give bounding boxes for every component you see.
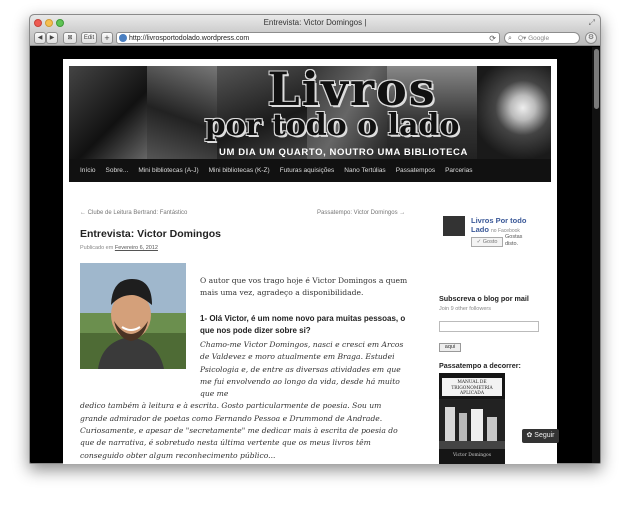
facebook-page-thumbnail[interactable]: [443, 216, 465, 236]
forward-button[interactable]: ▶: [46, 32, 58, 44]
nav-item-nano[interactable]: Nano Tertúlias: [344, 167, 385, 174]
reader-button[interactable]: ⊠: [63, 32, 77, 44]
book-cover-image: [439, 399, 505, 449]
facebook-like-button[interactable]: ✓ Gosto: [471, 237, 503, 247]
post-date-link[interactable]: Fevereiro 6, 2012: [115, 245, 158, 251]
book-author: Victor Domingos: [452, 453, 492, 458]
browser-toolbar: ◀ ▶ ⊠ Edit + http://livrosportodolado.wo…: [30, 31, 600, 46]
answer-1: Chamo-me Victor Domingos, nasci e cresci…: [80, 339, 410, 462]
reload-icon[interactable]: ⟳: [489, 33, 496, 44]
site-favicon-icon: [119, 34, 127, 42]
post-intro: O autor que vos trago hoje é Victor Domi…: [200, 276, 408, 297]
nav-item-parcerias[interactable]: Parcerias: [445, 167, 472, 174]
address-url: http://livrosportodolado.wordpress.com: [129, 35, 250, 42]
post-title[interactable]: Entrevista: Victor Domingos: [80, 228, 221, 240]
contest-book-cover[interactable]: MANUAL DE TRIGONOMETRIA APLICADA Victor …: [439, 373, 505, 464]
post-meta-prefix: Publicado em: [80, 245, 114, 251]
nav-item-mini-k-z[interactable]: Mini bibliotecas (K-Z): [209, 167, 270, 174]
subscribe-widget-title: Subscreva o blog por mail: [439, 294, 529, 303]
answer-1-part1: Chamo-me Victor Domingos, nasci e cresci…: [200, 340, 404, 399]
blog-tagline: UM DIA UM QUARTO, NOUTRO UMA BIBLIOTECA: [219, 147, 468, 158]
window-controls: [34, 19, 64, 27]
title-bar: Entrevista: Victor Domingos | ⤢: [30, 15, 600, 31]
post-meta: Publicado em Fevereiro 6, 2012: [80, 245, 158, 251]
address-bar[interactable]: http://livrosportodolado.wordpress.com ⟳: [116, 32, 500, 44]
nav-item-sobre[interactable]: Sobre...: [106, 167, 129, 174]
subscribe-email-input[interactable]: [439, 321, 539, 332]
search-icon: ⌕: [508, 35, 512, 42]
edit-bookmarks-button[interactable]: Edit: [81, 32, 97, 44]
reader-icon: ⊠: [67, 35, 73, 41]
follow-blog-button[interactable]: ✿ Seguir: [522, 429, 559, 443]
nav-item-inicio[interactable]: Início: [80, 167, 96, 174]
question-1: 1- Olá Victor, é um nome novo para muita…: [200, 314, 406, 335]
nav-item-futuras[interactable]: Futuras aquisições: [280, 167, 335, 174]
subscribe-button[interactable]: aqui: [439, 343, 461, 352]
add-bookmark-button[interactable]: +: [101, 32, 113, 44]
blog-page: Livros por todo o lado UM DIA UM QUARTO,…: [63, 59, 557, 464]
previous-post-link[interactable]: ← Clube de Leitura Bertrand: Fantástico: [80, 210, 187, 216]
minimize-window-button[interactable]: [45, 19, 53, 27]
zoom-window-button[interactable]: [56, 19, 64, 27]
nav-item-mini-a-j[interactable]: Mini bibliotecas (A-J): [138, 167, 198, 174]
main-nav: Início Sobre... Mini bibliotecas (A-J) M…: [69, 159, 551, 182]
page-scrollbar[interactable]: [592, 47, 600, 463]
window-title: Entrevista: Victor Domingos |: [263, 18, 367, 27]
book-cover-svg: [439, 399, 505, 449]
next-post-link[interactable]: Passatempo: Victor Domingos →: [317, 210, 405, 216]
nav-item-passatempos[interactable]: Passatempos: [396, 167, 435, 174]
close-window-button[interactable]: [34, 19, 42, 27]
book-title: MANUAL DE TRIGONOMETRIA APLICADA: [442, 378, 502, 396]
search-field[interactable]: ⌕ Q▾ Google: [504, 32, 580, 44]
screenshot-stage: Entrevista: Victor Domingos | ⤢ ◀ ▶ ⊠ Ed…: [0, 0, 630, 507]
back-button[interactable]: ◀: [34, 32, 46, 44]
followers-count: Join 9 other followers: [439, 306, 491, 312]
search-placeholder: Q▾ Google: [518, 35, 550, 42]
scrollbar-thumb[interactable]: [594, 49, 599, 109]
contest-widget-title: Passatempo a decorrer:: [439, 361, 521, 370]
gear-icon[interactable]: ⚙: [585, 32, 597, 44]
fullscreen-icon[interactable]: ⤢: [589, 18, 595, 28]
blog-title-line2: por todo o lado: [204, 108, 460, 143]
blog-header-banner[interactable]: Livros por todo o lado UM DIA UM QUARTO,…: [69, 66, 551, 159]
answer-1-part2: dedico também à leitura e à escrita. Gos…: [80, 401, 398, 460]
facebook-page-name[interactable]: Livros Por todo Lado no Facebook: [471, 216, 541, 236]
facebook-likes-text: Gostas disto.: [505, 234, 523, 247]
